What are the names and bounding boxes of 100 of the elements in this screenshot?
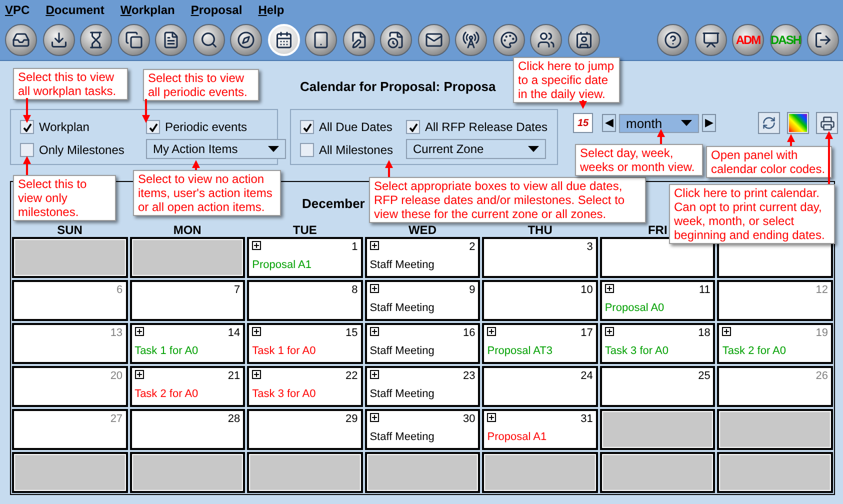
arrow xyxy=(385,160,393,177)
calendar-event[interactable]: Staff Meeting xyxy=(370,345,476,357)
toolbar-button[interactable] xyxy=(530,24,562,56)
calendar-event[interactable]: Task 2 for A0 xyxy=(134,388,240,400)
toolbar-button[interactable] xyxy=(230,24,262,56)
refresh-button[interactable] xyxy=(758,112,780,134)
calendar-event[interactable]: Task 1 for A0 xyxy=(252,345,358,357)
toolbar-button[interactable] xyxy=(568,24,600,56)
day-cell[interactable]: 31 Proposal A1 xyxy=(482,409,598,450)
expand-icon[interactable] xyxy=(252,327,262,336)
day-cell[interactable]: 26 xyxy=(717,366,833,407)
day-cell[interactable]: 27 xyxy=(12,409,128,450)
previous-button[interactable]: ◀ xyxy=(602,114,616,132)
day-cell[interactable]: 1 Proposal A1 xyxy=(247,237,363,278)
expand-icon[interactable] xyxy=(134,327,144,336)
day-cell[interactable]: 18 Task 3 for A0 xyxy=(600,323,716,364)
expand-icon[interactable] xyxy=(370,284,379,293)
checkbox[interactable]: All Milestones xyxy=(300,138,398,162)
toolbar-button[interactable] xyxy=(305,24,337,56)
expand-icon[interactable] xyxy=(604,327,614,336)
day-cell[interactable]: 7 xyxy=(130,280,246,321)
toolbar-button[interactable] xyxy=(342,24,374,56)
expand-icon[interactable] xyxy=(252,370,262,379)
day-cell[interactable]: 29 xyxy=(247,409,363,450)
menu-item[interactable]: VPC xyxy=(5,3,30,17)
toolbar-button[interactable] xyxy=(155,24,187,56)
toolbar-button[interactable] xyxy=(5,24,37,56)
day-number: 13 xyxy=(110,327,123,339)
day-cell[interactable]: 3 xyxy=(482,237,598,278)
day-cell[interactable]: 11 Proposal A0 xyxy=(600,280,716,321)
day-cell[interactable]: 24 xyxy=(482,366,598,407)
checkbox[interactable]: Only Milestones xyxy=(20,138,138,162)
day-cell[interactable]: 28 xyxy=(130,409,246,450)
day-cell[interactable]: 19 Task 2 for A0 xyxy=(717,323,833,364)
expand-icon[interactable] xyxy=(722,327,732,336)
next-button[interactable]: ▶ xyxy=(702,114,716,132)
day-cell[interactable]: 20 xyxy=(12,366,128,407)
checkbox[interactable]: Periodic events xyxy=(146,116,286,138)
toolbar-button[interactable] xyxy=(807,24,839,56)
calendar-event[interactable]: Staff Meeting xyxy=(370,259,476,271)
expand-icon[interactable] xyxy=(487,413,496,422)
day-number: 14 xyxy=(228,327,240,339)
day-cell[interactable]: 13 xyxy=(12,323,128,364)
menu-item[interactable]: Proposal xyxy=(190,3,242,17)
expand-icon[interactable] xyxy=(252,241,262,250)
day-number: 23 xyxy=(463,370,476,382)
calendar-event[interactable]: Proposal A1 xyxy=(487,431,593,443)
day-cell[interactable]: 30 Staff Meeting xyxy=(364,409,480,450)
calendar-event[interactable]: Task 3 for A0 xyxy=(252,388,358,400)
menu-item[interactable]: Help xyxy=(258,3,284,17)
day-cell[interactable]: 23 Staff Meeting xyxy=(364,366,480,407)
expand-icon[interactable] xyxy=(134,370,144,379)
menu-item[interactable]: Document xyxy=(46,3,104,17)
day-cell[interactable]: 14 Task 1 for A0 xyxy=(130,323,246,364)
day-cell[interactable]: 17 Proposal AT3 xyxy=(482,323,598,364)
day-cell[interactable]: 2 Staff Meeting xyxy=(364,237,480,278)
day-cell[interactable]: 6 xyxy=(12,280,128,321)
toolbar-button[interactable] xyxy=(118,24,150,56)
arrow xyxy=(657,129,665,144)
toolbar-button[interactable] xyxy=(492,24,524,56)
check-icon xyxy=(148,122,158,132)
day-cell[interactable]: 10 xyxy=(482,280,598,321)
day-cell[interactable]: 8 xyxy=(247,280,363,321)
calendar-event[interactable]: Staff Meeting xyxy=(370,388,476,400)
expand-icon[interactable] xyxy=(487,327,496,336)
dropdown[interactable]: month xyxy=(619,114,699,132)
toolbar-button[interactable] xyxy=(192,24,224,56)
toolbar-button[interactable] xyxy=(657,24,689,56)
checkbox[interactable]: All Due Dates xyxy=(300,116,398,138)
date-jump-button[interactable]: 15 xyxy=(573,113,593,133)
toolbar-button[interactable] xyxy=(42,24,74,56)
toolbar-button[interactable] xyxy=(80,24,112,56)
day-cell[interactable]: 22 Task 3 for A0 xyxy=(247,366,363,407)
day-cell[interactable]: 21 Task 2 for A0 xyxy=(130,366,246,407)
checkbox[interactable]: Workplan xyxy=(20,116,138,138)
expand-icon[interactable] xyxy=(604,284,614,293)
day-number: 25 xyxy=(698,370,710,382)
expand-icon[interactable] xyxy=(370,370,379,379)
expand-icon[interactable] xyxy=(370,327,379,336)
calendar-event[interactable]: Staff Meeting xyxy=(370,302,476,314)
day-number: 6 xyxy=(116,284,123,296)
toolbar-button[interactable] xyxy=(455,24,487,56)
expand-icon[interactable] xyxy=(370,413,379,422)
calendar-event[interactable]: Staff Meeting xyxy=(370,431,476,443)
expand-icon[interactable] xyxy=(370,241,379,250)
color-codes-button[interactable] xyxy=(787,112,809,134)
day-cell[interactable]: 25 xyxy=(600,366,716,407)
dropdown[interactable]: Current Zone xyxy=(406,139,546,159)
toolbar-button[interactable] xyxy=(694,24,726,56)
toolbar-button[interactable] xyxy=(380,24,412,56)
day-cell[interactable]: 12 xyxy=(717,280,833,321)
day-cell[interactable]: 16 Staff Meeting xyxy=(364,323,480,364)
menu-item[interactable]: Workplan xyxy=(120,3,175,17)
checkbox[interactable]: All RFP Release Dates xyxy=(406,116,556,138)
weekday-label: FRI xyxy=(648,223,668,237)
day-cell[interactable]: 15 Task 1 for A0 xyxy=(247,323,363,364)
print-button[interactable] xyxy=(816,112,838,134)
day-cell[interactable]: 9 Staff Meeting xyxy=(364,280,480,321)
dropdown[interactable]: My Action Items xyxy=(146,139,286,159)
toolbar-button[interactable] xyxy=(418,24,450,56)
